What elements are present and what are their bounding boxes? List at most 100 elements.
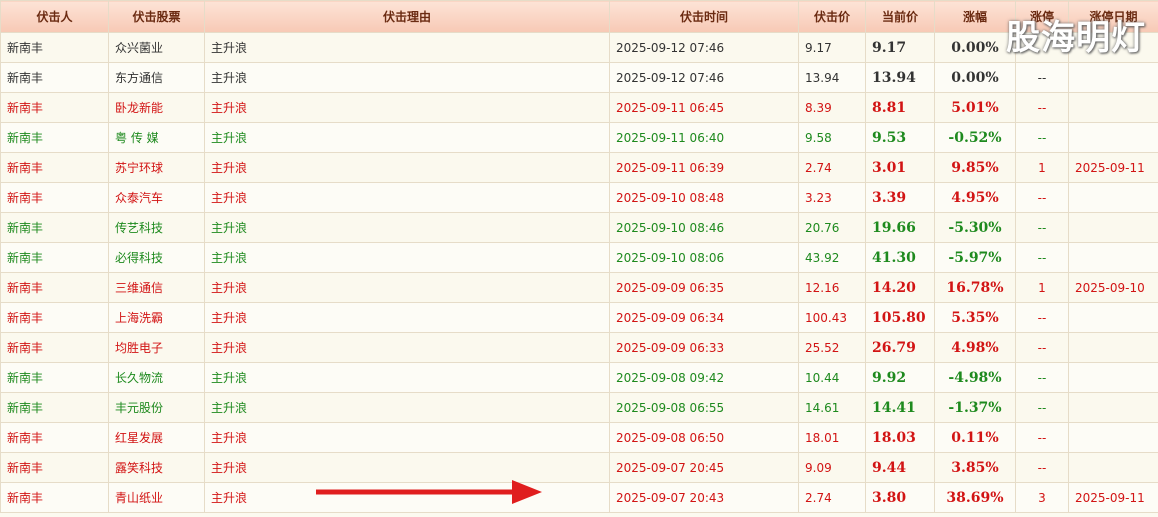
cell-stock[interactable]: 卧龙新能	[108, 92, 205, 123]
cell-limit-up: --	[1015, 182, 1069, 213]
cell-time: 2025-09-10 08:06	[609, 242, 799, 273]
table-row[interactable]: 新南丰 露笑科技 主升浪 2025-09-07 20:45 9.09 9.44 3.85% -…	[0, 452, 1158, 483]
cell-time: 2025-09-09 06:35	[609, 272, 799, 303]
cell-current-price: 9.92	[865, 362, 935, 393]
cell-limit-up: --	[1015, 332, 1069, 363]
cell-stock[interactable]: 青山纸业	[108, 482, 205, 513]
cell-time: 2025-09-12 07:46	[609, 62, 799, 93]
table-row[interactable]: 新南丰 红星发展 主升浪 2025-09-08 06:50 18.01 18.03 0.11…	[0, 422, 1158, 453]
cell-change: 5.35%	[934, 302, 1016, 333]
cell-buy-price: 13.94	[798, 62, 866, 93]
cell-person: 新南丰	[0, 62, 109, 93]
cell-reason: 主升浪	[204, 242, 610, 273]
table-row[interactable]: 新南丰 东方通信 主升浪 2025-09-12 07:46 13.94 13.94 0.00…	[0, 62, 1158, 93]
cell-current-price: 3.80	[865, 482, 935, 513]
cell-limit-up-date	[1068, 422, 1158, 453]
cell-stock[interactable]: 露笑科技	[108, 452, 205, 483]
cell-change: -4.98%	[934, 362, 1016, 393]
header-time[interactable]: 伏击时间	[609, 0, 799, 33]
cell-current-price: 14.20	[865, 272, 935, 303]
cell-stock[interactable]: 必得科技	[108, 242, 205, 273]
cell-limit-up: 3	[1015, 482, 1069, 513]
cell-stock[interactable]: 丰元股份	[108, 392, 205, 423]
table-row[interactable]: 新南丰 青山纸业 主升浪 2025-09-07 20:43 2.74 3.80 38.69%…	[0, 482, 1158, 513]
table-row[interactable]: 新南丰 三维通信 主升浪 2025-09-09 06:35 12.16 14.20 16.7…	[0, 272, 1158, 303]
header-buy-price[interactable]: 伏击价	[798, 0, 866, 33]
cell-person: 新南丰	[0, 422, 109, 453]
table-header-row: 伏击人 伏击股票 伏击理由 伏击时间 伏击价 当前价 涨幅 涨停 涨停日期	[0, 0, 1158, 33]
table-row[interactable]: 新南丰 卧龙新能 主升浪 2025-09-11 06:45 8.39 8.81 5.01% -…	[0, 92, 1158, 123]
cell-stock[interactable]: 众泰汽车	[108, 182, 205, 213]
cell-current-price: 9.44	[865, 452, 935, 483]
cell-current-price: 26.79	[865, 332, 935, 363]
watermark: 股海明灯	[1006, 18, 1146, 58]
cell-limit-up-date	[1068, 182, 1158, 213]
cell-current-price: 3.01	[865, 152, 935, 183]
cell-stock[interactable]: 三维通信	[108, 272, 205, 303]
cell-stock[interactable]: 长久物流	[108, 362, 205, 393]
header-person[interactable]: 伏击人	[0, 0, 109, 33]
cell-change: 16.78%	[934, 272, 1016, 303]
cell-stock[interactable]: 传艺科技	[108, 212, 205, 243]
cell-current-price: 9.17	[865, 32, 935, 63]
cell-time: 2025-09-10 08:46	[609, 212, 799, 243]
cell-stock[interactable]: 苏宁环球	[108, 152, 205, 183]
cell-buy-price: 10.44	[798, 362, 866, 393]
cell-stock[interactable]: 粤 传 媒	[108, 122, 205, 153]
cell-limit-up-date	[1068, 62, 1158, 93]
cell-person: 新南丰	[0, 392, 109, 423]
cell-stock[interactable]: 红星发展	[108, 422, 205, 453]
cell-change: 0.00%	[934, 62, 1016, 93]
header-current-price[interactable]: 当前价	[865, 0, 935, 33]
cell-stock[interactable]: 众兴菌业	[108, 32, 205, 63]
cell-person: 新南丰	[0, 332, 109, 363]
cell-buy-price: 18.01	[798, 422, 866, 453]
table-row[interactable]: 新南丰 丰元股份 主升浪 2025-09-08 06:55 14.61 14.41 -1.3…	[0, 392, 1158, 423]
table-row[interactable]: 新南丰 必得科技 主升浪 2025-09-10 08:06 43.92 41.30 -5.9…	[0, 242, 1158, 273]
table-row[interactable]: 新南丰 苏宁环球 主升浪 2025-09-11 06:39 2.74 3.01 9.85% 1…	[0, 152, 1158, 183]
cell-limit-up-date	[1068, 92, 1158, 123]
cell-buy-price: 25.52	[798, 332, 866, 363]
table-row[interactable]: 新南丰 众兴菌业 主升浪 2025-09-12 07:46 9.17 9.17 0.00%	[0, 32, 1158, 63]
table-row[interactable]: 新南丰 传艺科技 主升浪 2025-09-10 08:46 20.76 19.66 -5.3…	[0, 212, 1158, 243]
cell-time: 2025-09-11 06:40	[609, 122, 799, 153]
cell-limit-up-date	[1068, 362, 1158, 393]
cell-reason: 主升浪	[204, 122, 610, 153]
cell-change: 9.85%	[934, 152, 1016, 183]
cell-limit-up: --	[1015, 302, 1069, 333]
cell-person: 新南丰	[0, 32, 109, 63]
header-change[interactable]: 涨幅	[934, 0, 1016, 33]
cell-buy-price: 14.61	[798, 392, 866, 423]
cell-limit-up-date	[1068, 302, 1158, 333]
table-row[interactable]: 新南丰 上海洗霸 主升浪 2025-09-09 06:34 100.43 105.80 5.…	[0, 302, 1158, 333]
cell-stock[interactable]: 东方通信	[108, 62, 205, 93]
cell-limit-up: --	[1015, 92, 1069, 123]
cell-time: 2025-09-07 20:45	[609, 452, 799, 483]
cell-limit-up-date: 2025-09-10	[1068, 272, 1158, 303]
cell-reason: 主升浪	[204, 332, 610, 363]
table-row[interactable]: 新南丰 长久物流 主升浪 2025-09-08 09:42 10.44 9.92 -4.98…	[0, 362, 1158, 393]
cell-reason: 主升浪	[204, 182, 610, 213]
cell-time: 2025-09-11 06:45	[609, 92, 799, 123]
table-row[interactable]: 新南丰 众泰汽车 主升浪 2025-09-10 08:48 3.23 3.39 4.95% -…	[0, 182, 1158, 213]
cell-limit-up: --	[1015, 62, 1069, 93]
cell-stock[interactable]: 上海洗霸	[108, 302, 205, 333]
cell-time: 2025-09-11 06:39	[609, 152, 799, 183]
header-reason[interactable]: 伏击理由	[204, 0, 610, 33]
cell-buy-price: 12.16	[798, 272, 866, 303]
cell-time: 2025-09-10 08:48	[609, 182, 799, 213]
cell-limit-up-date	[1068, 122, 1158, 153]
cell-limit-up-date	[1068, 392, 1158, 423]
cell-limit-up: --	[1015, 242, 1069, 273]
cell-buy-price: 20.76	[798, 212, 866, 243]
table-row[interactable]: 新南丰 均胜电子 主升浪 2025-09-09 06:33 25.52 26.79 4.98…	[0, 332, 1158, 363]
cell-reason: 主升浪	[204, 272, 610, 303]
cell-change: -0.52%	[934, 122, 1016, 153]
cell-limit-up: --	[1015, 452, 1069, 483]
header-stock[interactable]: 伏击股票	[108, 0, 205, 33]
table-row[interactable]: 新南丰粤 传 媒主升浪 2025-09-11 06:40 9.58 9.53 -0.52…	[0, 122, 1158, 153]
cell-current-price: 14.41	[865, 392, 935, 423]
cell-person: 新南丰	[0, 452, 109, 483]
cell-stock[interactable]: 均胜电子	[108, 332, 205, 363]
cell-person: 新南丰	[0, 212, 109, 243]
